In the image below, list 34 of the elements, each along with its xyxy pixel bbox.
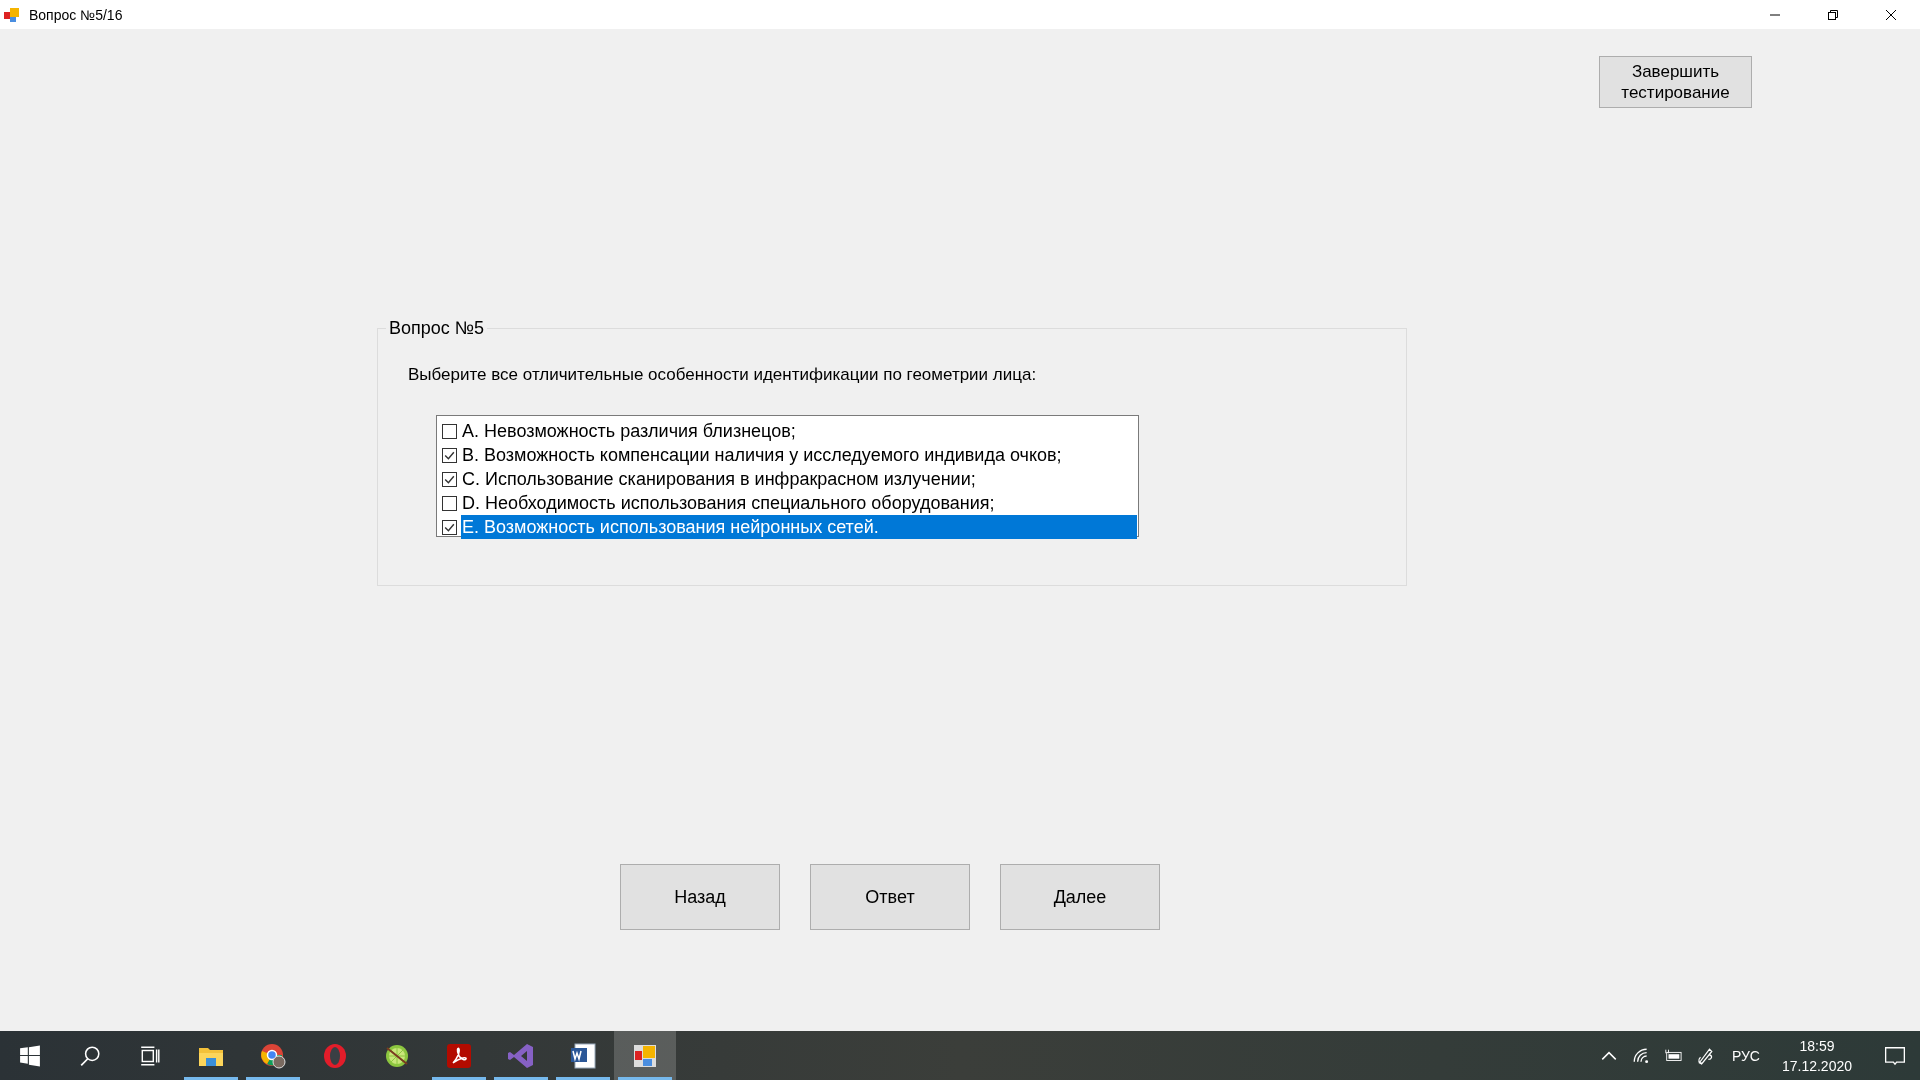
checkbox[interactable] [442,495,457,511]
next-button[interactable]: Далее [1000,864,1160,930]
app-icon [3,5,21,24]
clock-date[interactable]: 17.12.2020 [1781,1055,1852,1076]
window-title: Вопрос №5/16 [29,6,123,23]
ribbon-icon[interactable] [507,1041,535,1070]
checkbox[interactable] [442,471,457,487]
question-title: Вопрос №5 [388,318,486,339]
clock-time[interactable]: 18:59 [1799,1035,1835,1056]
browser-icon[interactable] [259,1041,287,1070]
pdf-icon[interactable] [445,1041,473,1070]
checkbox[interactable] [442,519,457,535]
question-text: Выберите все отличительные особенности идентификации по геометрии лица: [408,365,1037,385]
option-item[interactable]: A. Невозможность различия близнецов; [461,419,1137,443]
search-icon[interactable] [79,1044,101,1067]
document-icon[interactable] [569,1041,597,1070]
checkbox[interactable] [442,423,457,439]
answer-button[interactable]: Ответ [810,864,970,930]
back-button[interactable]: Назад [620,864,780,930]
option-item[interactable]: B. Возможность компенсации наличия у исследуемого индивида очков; [461,443,1137,467]
notification-icon[interactable] [1884,1044,1906,1067]
option-item[interactable]: D. Необходимость использования специального оборудования; [461,491,1137,515]
language-indicator[interactable]: РУС [1731,1047,1760,1064]
ring-icon[interactable] [321,1041,349,1070]
pen-icon[interactable] [1695,1046,1714,1065]
windows-logo-icon[interactable] [19,1044,41,1067]
restore-icon[interactable] [1827,8,1839,21]
checkbox[interactable] [442,447,457,463]
option-item[interactable]: E. Возможность использования нейронных сетей. [461,515,1137,539]
task-view-icon[interactable] [139,1044,161,1067]
wifi-icon[interactable] [1631,1046,1650,1065]
option-item[interactable]: C. Использование сканирования в инфракрасном излучении; [461,467,1137,491]
finish-testing-button[interactable]: Завершить тестирование [1599,56,1752,108]
close-icon[interactable] [1885,8,1897,21]
